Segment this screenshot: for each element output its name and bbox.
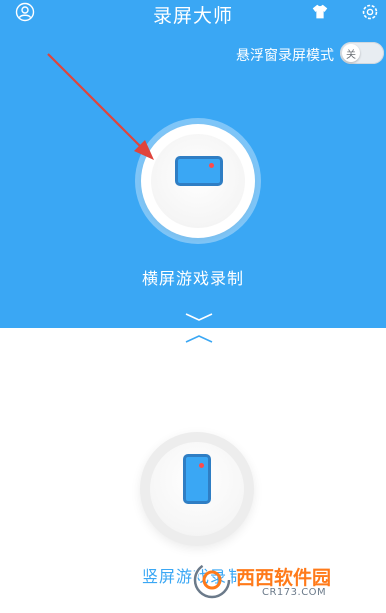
annotation-arrow-line bbox=[47, 53, 145, 151]
record-dot-icon bbox=[209, 163, 214, 168]
floating-window-label: 悬浮窗录屏模式 bbox=[236, 48, 334, 64]
top-panel: 录屏大师 悬浮窗录屏模式 关 横屏游戏录制 bbox=[0, 0, 386, 328]
watermark-logo-icon bbox=[192, 560, 232, 600]
portrait-record-button[interactable] bbox=[140, 432, 254, 546]
chevron-down-icon[interactable] bbox=[184, 312, 214, 322]
portrait-phone-icon bbox=[183, 454, 211, 504]
floating-window-toggle[interactable]: 关 bbox=[340, 42, 384, 64]
chevron-up-icon[interactable] bbox=[184, 334, 214, 344]
toggle-state-text: 关 bbox=[346, 49, 356, 61]
landscape-record-button[interactable] bbox=[141, 124, 255, 238]
floating-window-row: 悬浮窗录屏模式 关 bbox=[0, 42, 386, 66]
record-dot-icon bbox=[199, 463, 204, 468]
toggle-knob: 关 bbox=[342, 44, 360, 62]
screen-recorder-app: 录屏大师 悬浮窗录屏模式 关 横屏游戏录制 竖屏游戏录制 西西软件园 CR173… bbox=[0, 0, 386, 613]
watermark: 西西软件园 CR173.COM bbox=[190, 560, 380, 604]
landscape-mode-label: 横屏游戏录制 bbox=[141, 269, 244, 288]
clothes-icon[interactable] bbox=[310, 2, 330, 22]
gear-icon[interactable] bbox=[360, 2, 380, 22]
landscape-phone-icon bbox=[175, 156, 223, 186]
gear-icon-svg bbox=[362, 4, 378, 20]
clothes-icon-svg bbox=[312, 4, 328, 19]
watermark-url: CR173.COM bbox=[262, 587, 327, 598]
watermark-brand: 西西软件园 bbox=[236, 567, 332, 589]
top-bar: 录屏大师 bbox=[0, 0, 386, 28]
